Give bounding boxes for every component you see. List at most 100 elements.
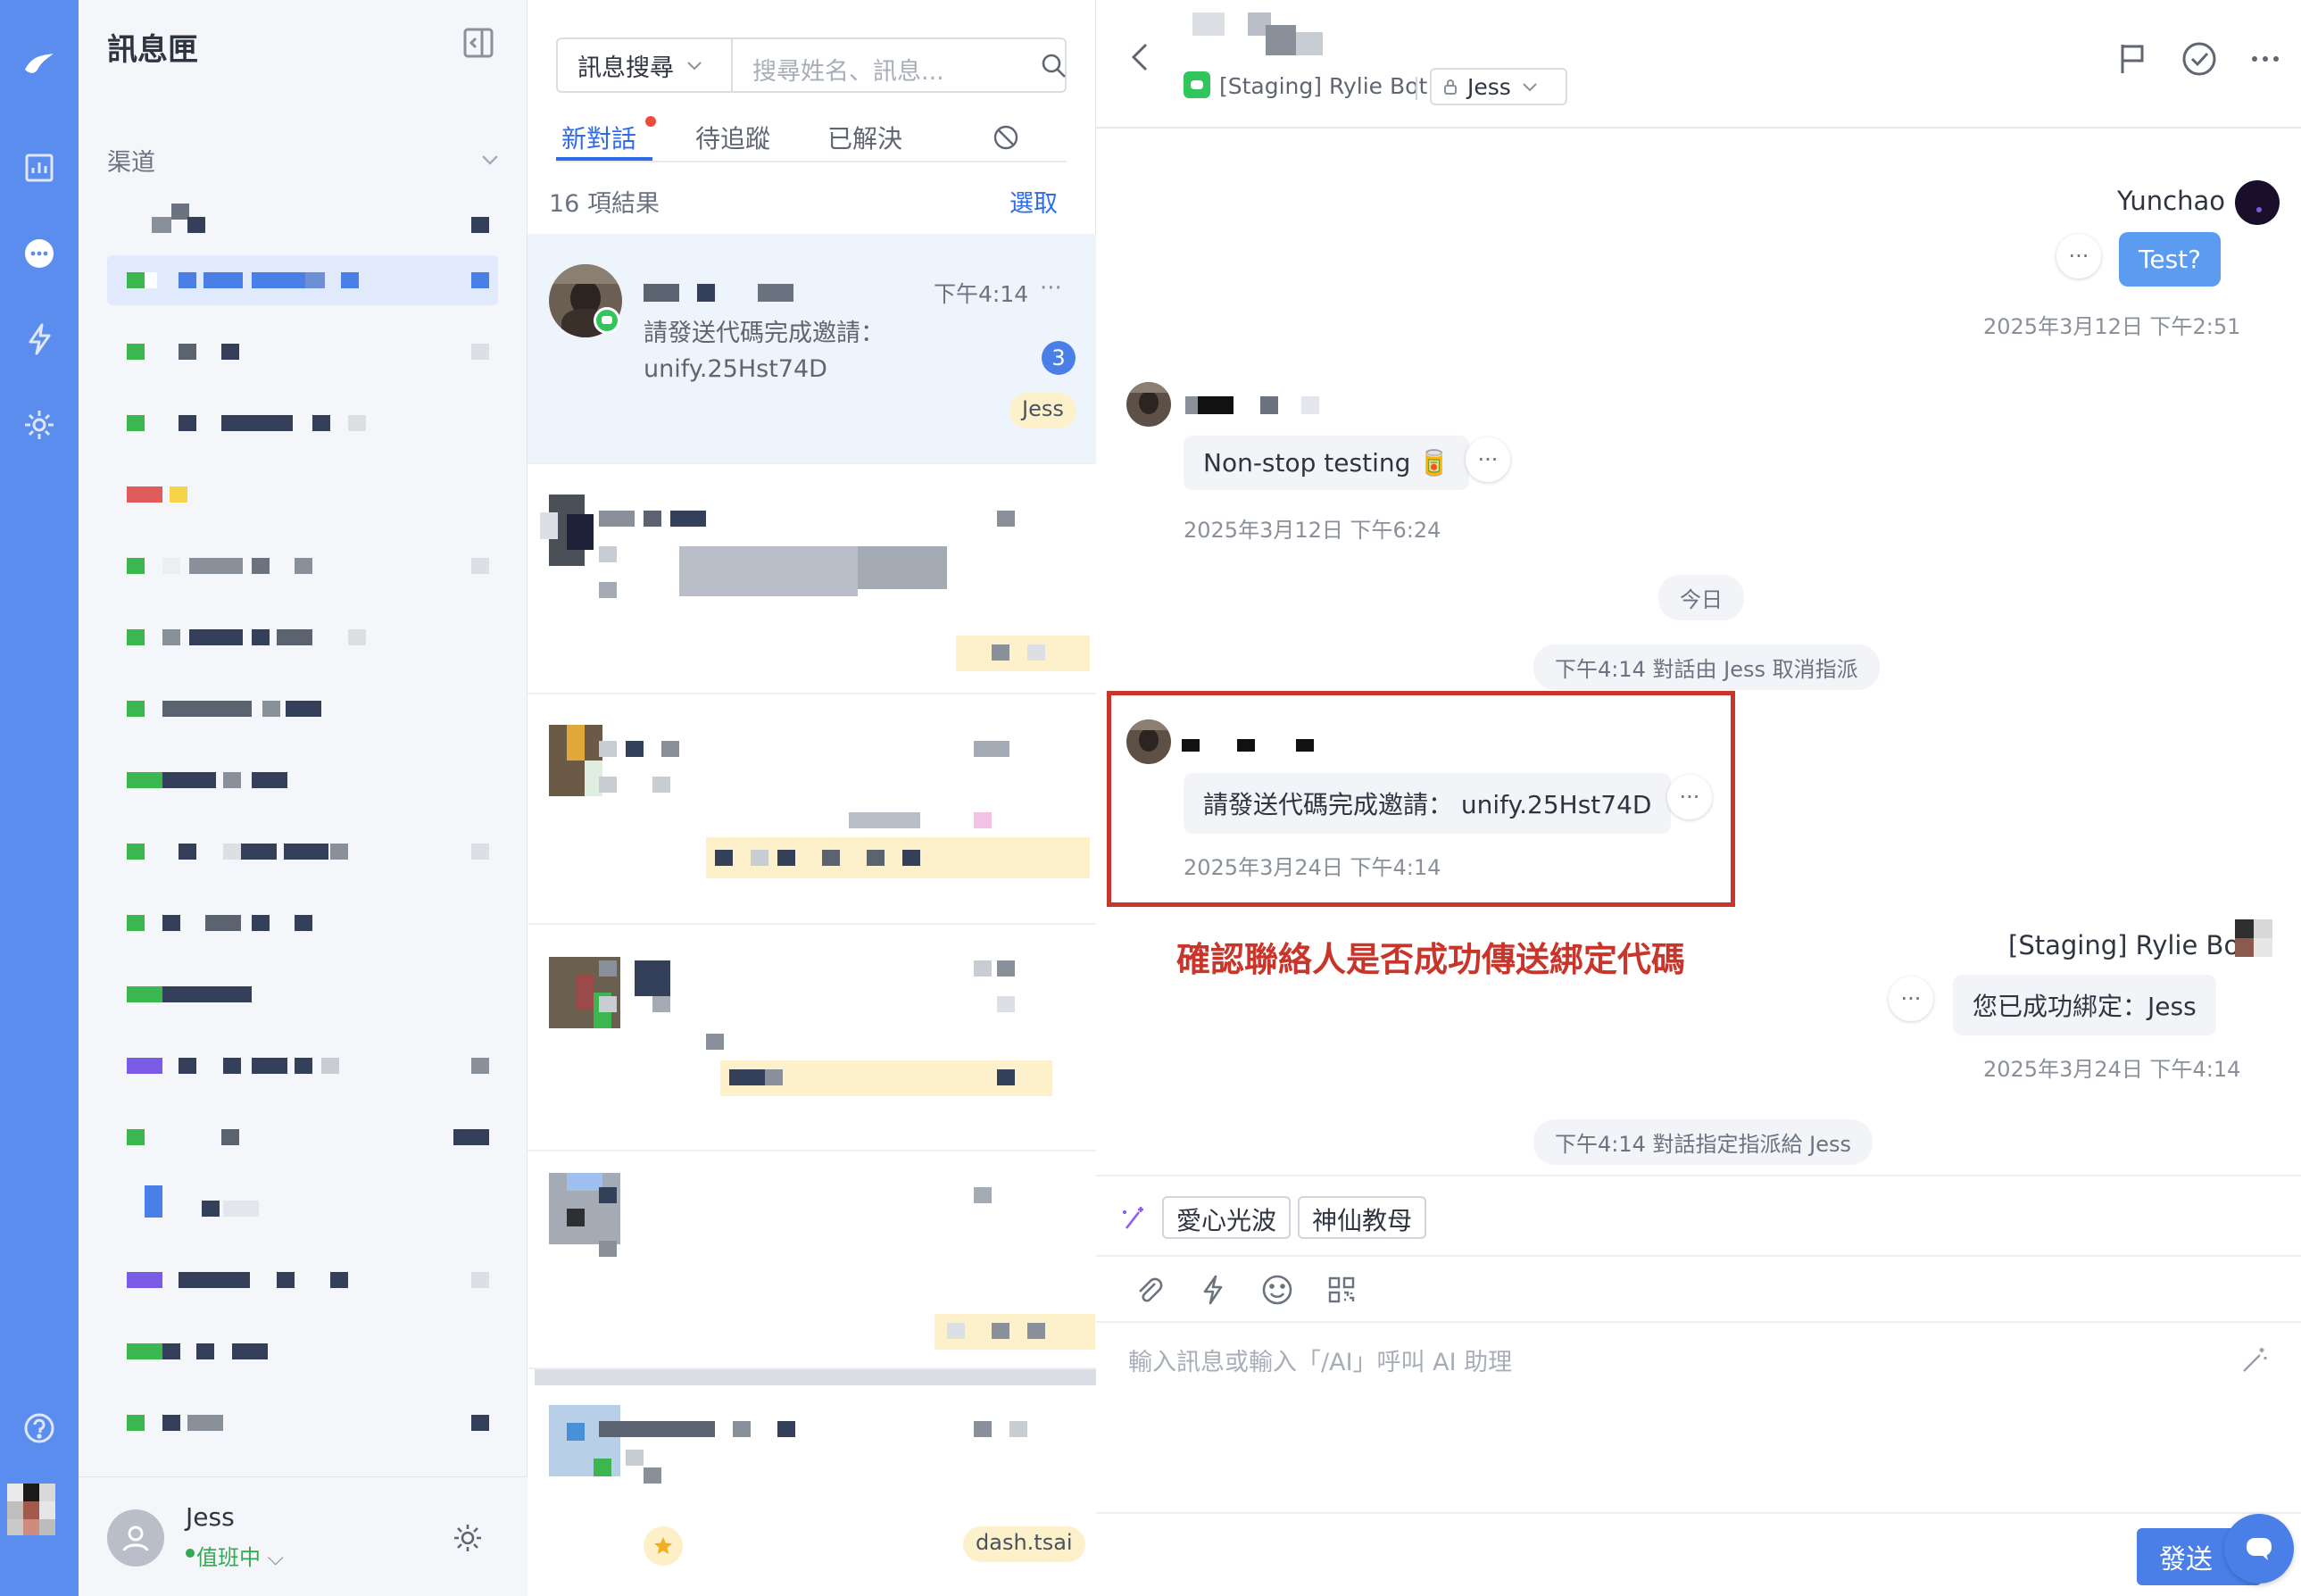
magic-wand-icon[interactable]: [2239, 1344, 2271, 1376]
app-root: 訊息匣 渠道 Jess 值班中 ⌵ 訊息搜尋 搜尋姓名、訊息... 新對話 待追…: [0, 0, 2301, 1596]
redacted-contact-name: [1296, 32, 1323, 55]
contact-avatar: [1126, 382, 1171, 427]
unread-count-badge: 3: [1042, 341, 1076, 375]
automation-bolt-icon[interactable]: [14, 314, 64, 364]
message-options-button[interactable]: ···: [1889, 977, 1933, 1021]
back-arrow-icon[interactable]: [1123, 39, 1159, 75]
search-icon[interactable]: [1040, 52, 1068, 80]
inbox-chat-icon[interactable]: [14, 229, 64, 278]
sender-avatar: [2235, 180, 2280, 225]
chat-header: [Staging] Rylie Bot Jess: [1096, 0, 2301, 129]
star-icon[interactable]: [644, 1526, 683, 1566]
channels-label: 渠道: [107, 149, 155, 177]
assignee-chip: dash.tsai: [963, 1526, 1085, 1562]
chevron-down-icon: ⌵: [267, 1545, 284, 1570]
resolve-check-icon[interactable]: [2180, 39, 2219, 79]
blocked-icon[interactable]: [992, 123, 1020, 152]
online-status-dot: [186, 1549, 195, 1558]
composer-toolbar: [1096, 1257, 2301, 1323]
list-scrollbar[interactable]: [535, 1369, 1096, 1385]
select-button[interactable]: 選取: [1009, 184, 1058, 219]
channel-item[interactable]: [107, 1398, 498, 1448]
channel-item[interactable]: [107, 200, 498, 250]
chat-panel: [Staging] Rylie Bot Jess Yunchao ··· Tes…: [1096, 0, 2301, 1596]
annotation-text: 確認聯絡人是否成功傳送綁定代碼: [1176, 940, 1686, 979]
line-channel-icon: [1184, 71, 1210, 98]
conversation-list-panel: 訊息搜尋 搜尋姓名、訊息... 新對話 待追蹤 已解決 16 項結果 選取 下午…: [527, 0, 1096, 1596]
channel-item[interactable]: [107, 827, 498, 877]
message-bubble-bot[interactable]: 您已成功綁定：Jess: [1953, 975, 2216, 1035]
user-status-label: 值班中: [196, 1545, 261, 1570]
assignee-select[interactable]: Jess: [1430, 68, 1567, 105]
user-settings-gear-icon[interactable]: [450, 1520, 486, 1556]
active-tab-underline: [556, 157, 652, 161]
channel-item[interactable]: [107, 755, 498, 805]
brand-logo-icon[interactable]: [14, 37, 64, 87]
user-avatar[interactable]: [107, 1509, 164, 1567]
workspace-avatar[interactable]: [7, 1484, 55, 1535]
message-bubble-incoming[interactable]: Non-stop testing 🥫: [1184, 436, 1470, 490]
system-event: 下午4:14 對話指定指派給 Jess: [1533, 1119, 1873, 1165]
analytics-icon[interactable]: [14, 143, 64, 193]
channel-item[interactable]: [107, 684, 498, 734]
sender-name: Yunchao: [2117, 186, 2225, 216]
shortcut-bolt-icon[interactable]: [1196, 1273, 1230, 1307]
settings-gear-icon[interactable]: [14, 400, 64, 450]
flag-icon[interactable]: [2114, 39, 2153, 79]
conversation-item[interactable]: [527, 464, 1096, 694]
message-options-button[interactable]: ···: [2056, 234, 2101, 278]
tab-resolved[interactable]: 已解決: [827, 120, 902, 155]
channel-item[interactable]: [107, 327, 498, 377]
channel-item[interactable]: [107, 1041, 498, 1091]
channel-item[interactable]: [107, 1255, 498, 1305]
emoji-icon[interactable]: [1260, 1273, 1294, 1307]
date-divider: 今日: [1658, 575, 1744, 620]
quick-reply-button[interactable]: 愛心光波: [1162, 1196, 1292, 1239]
system-event: 下午4:14 對話由 Jess 取消指派: [1533, 644, 1880, 690]
channel-item[interactable]: [107, 898, 498, 948]
collapse-panel-icon[interactable]: [461, 25, 496, 61]
message-bubble-outgoing[interactable]: Test?: [2119, 232, 2221, 287]
chevron-down-icon[interactable]: [477, 146, 503, 173]
message-bubble-incoming[interactable]: 請發送代碼完成邀請： unify.25Hst74D: [1184, 773, 1672, 834]
message-options-button[interactable]: ···: [1667, 775, 1712, 819]
ai-sparkle-icon[interactable]: [1119, 1203, 1150, 1234]
message-timestamp: 2025年3月24日 下午4:14: [1983, 1057, 2241, 1082]
support-chat-bubble-icon[interactable]: [2224, 1514, 2294, 1584]
channel-item[interactable]: [107, 541, 498, 591]
channel-item[interactable]: [107, 1326, 498, 1376]
chevron-down-icon: [1523, 83, 1537, 92]
conversation-preview: 請發送代碼完成邀請： unify.25Hst74D: [644, 316, 1018, 387]
tab-new[interactable]: 新對話: [561, 120, 636, 155]
user-status[interactable]: 值班中 ⌵: [196, 1540, 284, 1571]
message-options-button[interactable]: ···: [1466, 437, 1510, 482]
channel-item[interactable]: [107, 1184, 498, 1234]
redacted-sender-name: [1260, 396, 1278, 414]
preview-line: 請發送代碼完成邀請：: [644, 320, 885, 347]
user-name: Jess: [186, 1502, 235, 1532]
quick-reply-button[interactable]: 神仙教母: [1298, 1196, 1427, 1239]
conversation-item[interactable]: [527, 1151, 1096, 1369]
search-scope-select[interactable]: 訊息搜尋: [558, 39, 733, 91]
conversation-item-selected[interactable]: 下午4:14 ··· 請發送代碼完成邀請： unify.25Hst74D 3 J…: [527, 234, 1096, 464]
conversation-item[interactable]: dash.tsai: [527, 1385, 1096, 1596]
channel-item[interactable]: [107, 1112, 498, 1162]
conversation-item[interactable]: [527, 694, 1096, 925]
tab-follow-up[interactable]: 待追蹤: [695, 120, 770, 155]
channel-item[interactable]: [107, 398, 498, 448]
channel-item[interactable]: [107, 969, 498, 1019]
conversation-item[interactable]: [527, 925, 1096, 1151]
send-label: 發送: [2159, 1544, 2213, 1575]
help-icon[interactable]: [14, 1403, 64, 1453]
message-input[interactable]: 輸入訊息或輸入「/AI」呼叫 AI 助理: [1128, 1342, 1512, 1377]
search-input[interactable]: 搜尋姓名、訊息...: [752, 52, 944, 87]
inbox-title: 訊息匣: [107, 32, 198, 68]
bot-avatar: [2235, 919, 2272, 957]
more-options-icon[interactable]: ···: [1040, 275, 1062, 302]
channel-item[interactable]: [107, 470, 498, 520]
attachment-icon[interactable]: [1132, 1273, 1166, 1307]
more-options-icon[interactable]: [2246, 39, 2285, 79]
qr-code-icon[interactable]: [1325, 1273, 1358, 1307]
channel-item[interactable]: [107, 612, 498, 662]
channel-item-selected[interactable]: [107, 255, 498, 305]
